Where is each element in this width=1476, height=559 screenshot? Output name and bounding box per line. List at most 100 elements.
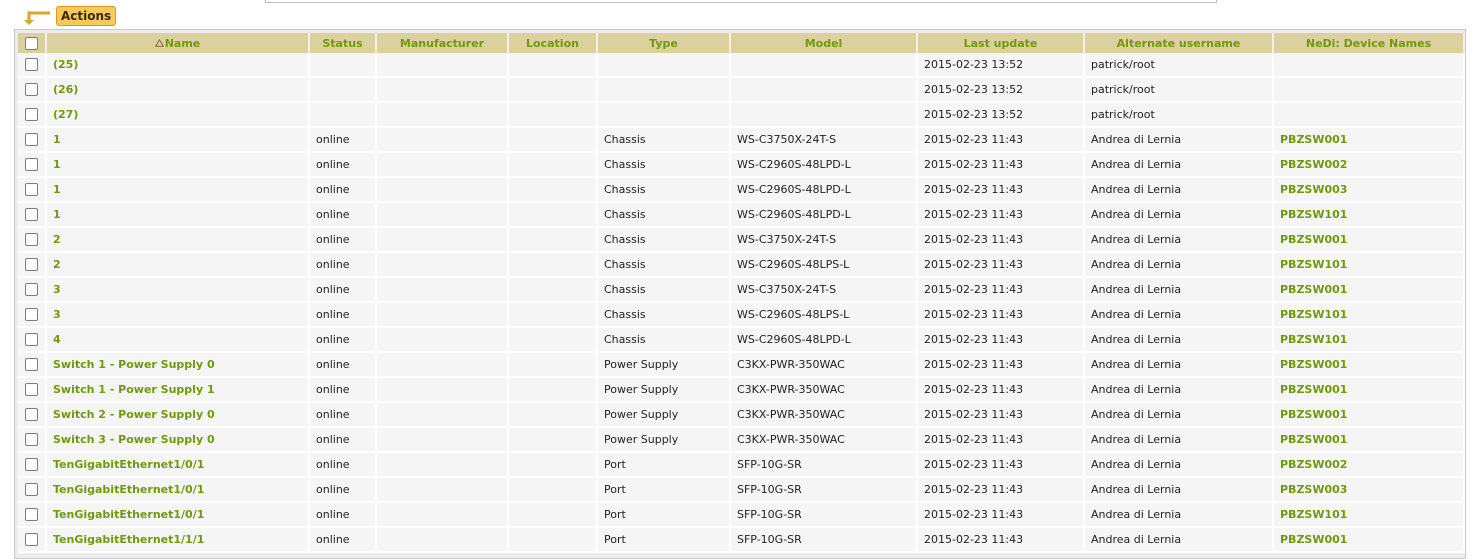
item-name-link[interactable]: 1 bbox=[53, 208, 61, 221]
column-header-type[interactable]: Type bbox=[597, 33, 731, 53]
row-checkbox[interactable] bbox=[25, 58, 38, 72]
manufacturer-cell bbox=[376, 477, 509, 503]
row-checkbox[interactable] bbox=[25, 358, 38, 372]
row-checkbox[interactable] bbox=[25, 508, 38, 522]
row-checkbox[interactable] bbox=[25, 458, 38, 472]
row-checkbox[interactable] bbox=[25, 308, 38, 322]
location-cell bbox=[508, 327, 598, 353]
row-checkbox[interactable] bbox=[25, 433, 38, 447]
row-checkbox[interactable] bbox=[25, 408, 38, 422]
manufacturer-cell bbox=[376, 252, 509, 278]
column-header-last-update[interactable]: Last update bbox=[917, 33, 1085, 53]
device-name-link[interactable]: PBZSW001 bbox=[1280, 133, 1347, 146]
device-name-link[interactable]: PBZSW001 bbox=[1280, 383, 1347, 396]
device-name-link[interactable]: PBZSW001 bbox=[1280, 408, 1347, 421]
items-table-panel: Name Status Manufacturer Location Type M… bbox=[14, 29, 1466, 559]
device-name-link[interactable]: PBZSW001 bbox=[1280, 533, 1347, 546]
item-name-link[interactable]: 1 bbox=[53, 158, 61, 171]
actions-button[interactable]: Actions bbox=[56, 6, 117, 26]
device-name-link[interactable]: PBZSW001 bbox=[1280, 433, 1347, 446]
item-name-link[interactable]: 2 bbox=[53, 233, 61, 246]
item-name-link[interactable]: (26) bbox=[53, 83, 78, 96]
item-name-link[interactable]: (25) bbox=[53, 58, 78, 71]
device-name-link[interactable]: PBZSW002 bbox=[1280, 158, 1347, 171]
select-all-checkbox[interactable] bbox=[25, 36, 38, 50]
row-checkbox-cell bbox=[18, 177, 47, 203]
column-header-alternate-username[interactable]: Alternate username bbox=[1084, 33, 1274, 53]
device-name-link[interactable]: PBZSW101 bbox=[1280, 208, 1347, 221]
row-checkbox[interactable] bbox=[25, 533, 38, 547]
status-cell: online bbox=[309, 127, 377, 153]
status-cell: online bbox=[309, 527, 377, 553]
item-name-link[interactable]: 3 bbox=[53, 283, 61, 296]
last-update-cell: 2015-02-23 11:43 bbox=[917, 377, 1085, 403]
name-cell: 2 bbox=[46, 227, 310, 253]
row-checkbox[interactable] bbox=[25, 133, 38, 147]
item-name-link[interactable]: TenGigabitEthernet1/0/1 bbox=[53, 508, 204, 521]
column-header-model[interactable]: Model bbox=[730, 33, 918, 53]
row-checkbox[interactable] bbox=[25, 108, 38, 122]
row-checkbox[interactable] bbox=[25, 183, 38, 197]
device-name-link[interactable]: PBZSW003 bbox=[1280, 183, 1347, 196]
table-row: 1 online Chassis WS-C2960S-48LPD-L 2015-02-2… bbox=[18, 202, 1465, 228]
model-cell bbox=[730, 102, 918, 128]
item-name-link[interactable]: Switch 1 - Power Supply 0 bbox=[53, 358, 215, 371]
alternate-username-cell: Andrea di Lernia bbox=[1084, 452, 1274, 478]
row-checkbox[interactable] bbox=[25, 483, 38, 497]
device-name-link[interactable]: PBZSW101 bbox=[1280, 333, 1347, 346]
last-update-cell: 2015-02-23 11:43 bbox=[917, 152, 1085, 178]
item-name-link[interactable]: TenGigabitEthernet1/0/1 bbox=[53, 483, 204, 496]
manufacturer-cell bbox=[376, 427, 509, 453]
column-header-status[interactable]: Status bbox=[309, 33, 377, 53]
column-header-location[interactable]: Location bbox=[508, 33, 598, 53]
device-name-link[interactable]: PBZSW001 bbox=[1280, 283, 1347, 296]
row-checkbox[interactable] bbox=[25, 333, 38, 347]
name-cell: 3 bbox=[46, 302, 310, 328]
column-header-manufacturer[interactable]: Manufacturer bbox=[376, 33, 509, 53]
status-cell: online bbox=[309, 427, 377, 453]
status-cell: online bbox=[309, 252, 377, 278]
item-name-link[interactable]: Switch 1 - Power Supply 1 bbox=[53, 383, 215, 396]
device-name-link[interactable]: PBZSW101 bbox=[1280, 308, 1347, 321]
alternate-username-cell: Andrea di Lernia bbox=[1084, 427, 1274, 453]
manufacturer-cell bbox=[376, 302, 509, 328]
item-name-link[interactable]: 4 bbox=[53, 333, 61, 346]
item-name-link[interactable]: 1 bbox=[53, 133, 61, 146]
column-header-name[interactable]: Name bbox=[46, 33, 310, 53]
table-row: (25) 2015-02-23 13:52 patrick/root bbox=[18, 53, 1465, 78]
item-name-link[interactable]: 2 bbox=[53, 258, 61, 271]
item-name-link[interactable]: TenGigabitEthernet1/1/1 bbox=[53, 533, 204, 546]
table-row: 1 online Chassis WS-C2960S-48LPD-L 2015-02-2… bbox=[18, 152, 1465, 178]
row-checkbox[interactable] bbox=[25, 158, 38, 172]
table-row: TenGigabitEthernet1/0/1 online Port SFP-10G… bbox=[18, 502, 1465, 528]
device-name-link[interactable]: PBZSW001 bbox=[1280, 358, 1347, 371]
item-name-link[interactable]: TenGigabitEthernet1/0/1 bbox=[53, 458, 204, 471]
row-checkbox[interactable] bbox=[25, 258, 38, 272]
device-name-link[interactable]: PBZSW101 bbox=[1280, 258, 1347, 271]
item-name-link[interactable]: (27) bbox=[53, 108, 78, 121]
device-name-link[interactable]: PBZSW101 bbox=[1280, 508, 1347, 521]
column-header-device-names[interactable]: NeDi: Device Names bbox=[1273, 33, 1465, 53]
item-name-link[interactable]: 1 bbox=[53, 183, 61, 196]
row-checkbox[interactable] bbox=[25, 383, 38, 397]
type-cell: Port bbox=[597, 502, 731, 528]
device-name-link[interactable]: PBZSW003 bbox=[1280, 483, 1347, 496]
row-checkbox[interactable] bbox=[25, 283, 38, 297]
device-name-link[interactable]: PBZSW002 bbox=[1280, 458, 1347, 471]
alternate-username-cell: Andrea di Lernia bbox=[1084, 527, 1274, 553]
device-name-link[interactable]: PBZSW001 bbox=[1280, 233, 1347, 246]
row-checkbox[interactable] bbox=[25, 233, 38, 247]
item-name-link[interactable]: Switch 2 - Power Supply 0 bbox=[53, 408, 215, 421]
alternate-username-cell: patrick/root bbox=[1084, 77, 1274, 103]
table-row: 2 online Chassis WS-C2960S-48LPS-L 2015-02-2… bbox=[18, 252, 1465, 278]
row-checkbox[interactable] bbox=[25, 208, 38, 222]
row-checkbox-cell bbox=[18, 402, 47, 428]
table-row: Switch 3 - Power Supply 0 online Power Sup… bbox=[18, 427, 1465, 453]
table-row: 3 online Chassis WS-C2960S-48LPS-L 2015-02-2… bbox=[18, 302, 1465, 328]
device-name-cell bbox=[1273, 77, 1465, 103]
item-name-link[interactable]: 3 bbox=[53, 308, 61, 321]
name-cell: TenGigabitEthernet1/0/1 bbox=[46, 502, 310, 528]
alternate-username-cell: Andrea di Lernia bbox=[1084, 502, 1274, 528]
row-checkbox[interactable] bbox=[25, 83, 38, 97]
item-name-link[interactable]: Switch 3 - Power Supply 0 bbox=[53, 433, 215, 446]
